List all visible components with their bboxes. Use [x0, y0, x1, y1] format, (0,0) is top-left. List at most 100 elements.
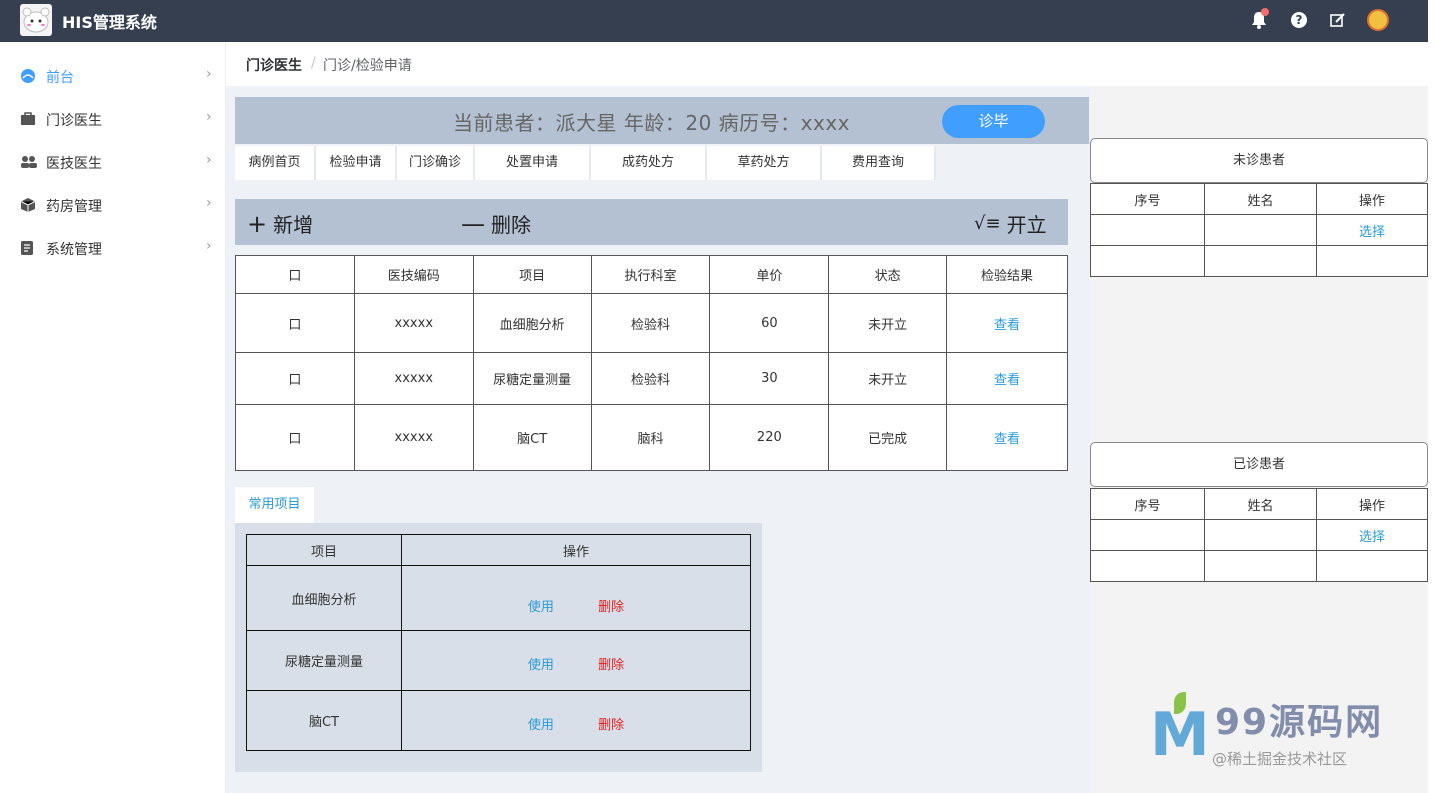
use-link[interactable]: 使用: [528, 600, 554, 615]
cell-dept: 检验科: [590, 293, 711, 353]
table-row: 血细胞分析 使用 删除: [246, 565, 751, 631]
row-checkbox[interactable]: 口: [235, 352, 355, 405]
visited-patients-title: 已诊患者: [1090, 442, 1428, 487]
cell-name: [1204, 519, 1317, 551]
column-header: 序号: [1090, 488, 1205, 520]
tab-herbal-prescription[interactable]: 草药处方: [707, 146, 822, 180]
cell-item: 脑CT: [246, 690, 402, 751]
sidebar: 前台 › 门诊医生 › 医技医生 › 药房管理 › 系统管理 ›: [0, 42, 226, 793]
cell-status: 未开立: [828, 293, 948, 353]
cell-item: 血细胞分析: [472, 293, 592, 353]
sidebar-item-pharmacy[interactable]: 药房管理 ›: [0, 183, 226, 226]
delete-link[interactable]: 删除: [598, 718, 624, 733]
tab-case-home[interactable]: 病例首页: [235, 146, 316, 180]
plus-icon: +: [247, 209, 268, 238]
cell-op: [1316, 245, 1428, 277]
patient-bar: 当前患者：派大星 年龄：20 病历号：xxxx 诊毕: [235, 97, 1089, 144]
column-header: 项目: [472, 255, 592, 294]
sidebar-item-label: 药房管理: [46, 199, 102, 215]
table-row: 选择: [1090, 214, 1428, 246]
tab-outpatient-diagnosis[interactable]: 门诊确诊: [397, 146, 475, 180]
patient-info: 当前患者：派大星 年龄：20 病历号：xxxx: [453, 111, 851, 135]
notification-dot: [1261, 8, 1269, 16]
view-result-link[interactable]: 查看: [994, 373, 1020, 388]
column-header: 操作: [401, 534, 751, 566]
sidebar-item-outpatient[interactable]: 门诊医生 ›: [0, 97, 226, 140]
table-header-row: 项目 操作: [246, 534, 751, 566]
common-items-table: 项目 操作 血细胞分析 使用 删除 尿糖定量测量 使用 删除 脑CT 使用 删除: [246, 534, 751, 751]
cell-dept: 脑科: [590, 404, 711, 471]
sidebar-item-label: 门诊医生: [46, 113, 102, 129]
box-icon: [20, 197, 36, 213]
cell-item: 脑CT: [472, 404, 592, 471]
sidebar-item-system[interactable]: 系统管理 ›: [0, 226, 226, 269]
finish-visit-button[interactable]: 诊毕: [942, 105, 1045, 138]
sidebar-item-label: 医技医生: [46, 156, 102, 172]
chevron-right-icon: ›: [206, 66, 212, 82]
issue-label: 开立: [1006, 213, 1047, 237]
visited-patients-table: 序号 姓名 操作 选择: [1090, 488, 1428, 582]
column-header: 操作: [1316, 488, 1428, 520]
cell-name: [1204, 245, 1317, 277]
cell-name: [1204, 550, 1317, 582]
delete-link[interactable]: 删除: [598, 600, 624, 615]
dashboard-icon: [20, 68, 36, 84]
row-checkbox[interactable]: 口: [235, 404, 355, 471]
breadcrumb-current: 门诊/检验申请: [323, 58, 412, 74]
delete-link[interactable]: 删除: [598, 658, 624, 673]
unvisited-patients-table: 序号 姓名 操作 选择: [1090, 183, 1428, 277]
cell-price: 220: [709, 404, 830, 471]
tab-exam-request[interactable]: 检验申请: [316, 146, 397, 180]
chevron-right-icon: ›: [206, 238, 212, 254]
cell-code: xxxxx: [353, 404, 474, 471]
cell-no: [1090, 214, 1205, 246]
use-link[interactable]: 使用: [528, 658, 554, 673]
breadcrumb: 门诊医生 / 门诊/检验申请: [226, 42, 1428, 86]
table-row: 口 xxxxx 尿糖定量测量 检验科 30 未开立 查看: [235, 352, 1068, 405]
cell-code: xxxxx: [353, 352, 474, 405]
view-result-link[interactable]: 查看: [994, 318, 1020, 333]
delete-button[interactable]: — 删除: [461, 209, 531, 238]
unvisited-patients-title: 未诊患者: [1090, 138, 1428, 183]
cell-item: 血细胞分析: [246, 565, 402, 631]
chevron-right-icon: ›: [206, 195, 212, 211]
breadcrumb-root[interactable]: 门诊医生: [246, 55, 302, 75]
cell-name: [1204, 214, 1317, 246]
action-bar: + 新增 — 删除 √≡ 开立: [235, 199, 1068, 245]
tab-disposal-request[interactable]: 处置申请: [475, 146, 591, 180]
edit-icon[interactable]: [1327, 9, 1349, 31]
column-header: 姓名: [1204, 183, 1317, 215]
tab-medicine-prescription[interactable]: 成药处方: [591, 146, 707, 180]
select-all-checkbox[interactable]: 口: [235, 255, 355, 294]
bell-icon[interactable]: [1248, 8, 1270, 31]
select-link[interactable]: 选择: [1359, 225, 1385, 240]
briefcase-icon: [20, 111, 36, 127]
sidebar-item-label: 系统管理: [46, 242, 102, 258]
column-header: 操作: [1316, 183, 1428, 215]
cell-item: 尿糖定量测量: [246, 630, 402, 691]
add-button[interactable]: + 新增: [247, 209, 313, 238]
sidebar-item-medtech[interactable]: 医技医生 ›: [0, 140, 226, 183]
table-row: 脑CT 使用 删除: [246, 690, 751, 751]
table-row: [1090, 550, 1428, 582]
sidebar-item-frontdesk[interactable]: 前台 ›: [0, 54, 226, 97]
table-row: 尿糖定量测量 使用 删除: [246, 630, 751, 691]
table-row: 口 xxxxx 脑CT 脑科 220 已完成 查看: [235, 404, 1068, 471]
table-row: 口 xxxxx 血细胞分析 检验科 60 未开立 查看: [235, 293, 1068, 353]
select-link[interactable]: 选择: [1359, 530, 1385, 545]
user-avatar[interactable]: [1367, 9, 1389, 31]
tab-common-items[interactable]: 常用项目: [235, 487, 314, 523]
table-row: 选择: [1090, 519, 1428, 551]
tab-fee-query[interactable]: 费用查询: [822, 146, 936, 180]
document-icon: [20, 240, 36, 256]
breadcrumb-separator: /: [311, 55, 316, 71]
column-header: 项目: [246, 534, 402, 566]
table-header-row: 口 医技编码 项目 执行科室 单价 状态 检验结果: [235, 255, 1068, 294]
help-icon[interactable]: ?: [1288, 9, 1310, 31]
use-link[interactable]: 使用: [528, 718, 554, 733]
row-checkbox[interactable]: 口: [235, 293, 355, 353]
delete-label: 删除: [491, 213, 531, 237]
view-result-link[interactable]: 查看: [994, 432, 1020, 447]
issue-button[interactable]: √≡ 开立: [974, 209, 1047, 238]
column-header: 序号: [1090, 183, 1205, 215]
